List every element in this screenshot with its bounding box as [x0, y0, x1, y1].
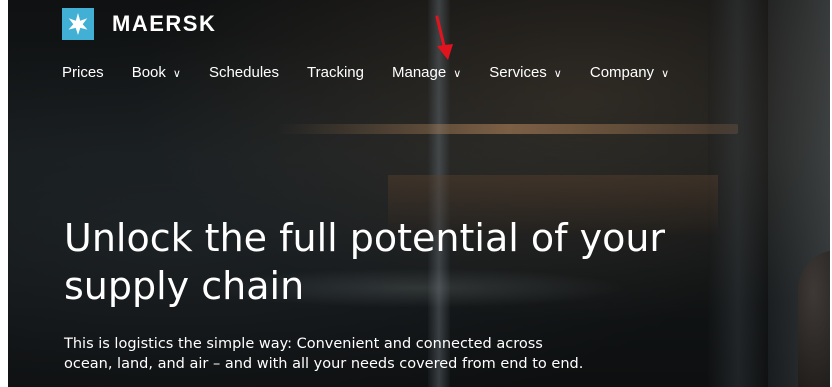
nav-item-schedules[interactable]: Schedules — [209, 64, 279, 81]
nav-item-company[interactable]: Company ∨ — [590, 64, 669, 81]
brand-name: MAERSK — [112, 11, 217, 36]
chevron-down-icon: ∨ — [661, 68, 670, 80]
nav-item-manage[interactable]: Manage ∨ — [392, 64, 461, 81]
chevron-down-icon: ∨ — [172, 68, 181, 80]
nav-item-label: Prices — [62, 64, 104, 81]
nav-item-label: Tracking — [307, 64, 364, 81]
hero-headline-line: Unlock the full potential of your — [64, 216, 666, 260]
chevron-down-icon: ∨ — [553, 68, 562, 80]
hero-banner — [8, 0, 830, 387]
hero-headline: Unlock the full potential of your supply… — [64, 214, 804, 310]
brand-logo[interactable]: MAERSK — [62, 8, 216, 40]
background-shelf — [278, 124, 738, 134]
nav-item-label: Manage — [391, 64, 447, 81]
hero-headline-line: supply chain — [64, 264, 305, 308]
hero-subtext: This is logistics the simple way: Conven… — [64, 334, 704, 374]
page-frame: MAERSK Prices Book ∨ Schedules Tracking … — [0, 0, 832, 387]
star-icon-graphic — [68, 13, 88, 35]
seven-point-star-icon — [62, 8, 94, 40]
chevron-down-icon: ∨ — [453, 68, 462, 80]
nav-item-label: Company — [589, 64, 655, 81]
red-arrow-annotation-icon — [435, 15, 453, 60]
nav-item-book[interactable]: Book ∨ — [132, 64, 181, 81]
nav-item-services[interactable]: Services ∨ — [489, 64, 562, 81]
nav-item-label: Book — [131, 64, 166, 81]
main-navigation: Prices Book ∨ Schedules Tracking Manage … — [62, 64, 697, 81]
nav-item-label: Services — [489, 64, 547, 81]
nav-item-prices[interactable]: Prices — [62, 64, 104, 81]
hero-subtext-line: This is logistics the simple way: Conven… — [64, 336, 543, 352]
nav-item-tracking[interactable]: Tracking — [307, 64, 364, 81]
nav-item-label: Schedules — [208, 64, 280, 81]
hero-subtext-line: ocean, land, and air – and with all your… — [64, 356, 584, 372]
